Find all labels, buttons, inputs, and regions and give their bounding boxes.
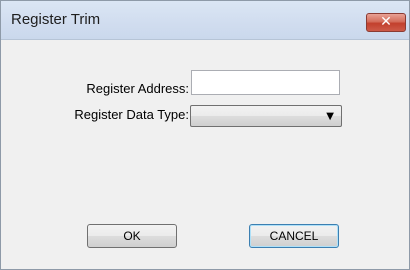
register-trim-dialog: Register Trim ✕ Register Address: Regist… bbox=[0, 0, 410, 270]
register-address-input[interactable] bbox=[191, 70, 340, 95]
chevron-down-icon: ▼ bbox=[326, 111, 334, 122]
register-data-type-label: Register Data Type: bbox=[74, 107, 189, 122]
window-title: Register Trim bbox=[11, 11, 101, 28]
close-icon: ✕ bbox=[380, 14, 392, 30]
title-bar[interactable]: Register Trim ✕ bbox=[1, 1, 409, 40]
dialog-body: Register Address: Register Data Type: ▼ … bbox=[1, 40, 409, 269]
cancel-button[interactable]: CANCEL bbox=[249, 224, 339, 248]
register-address-label: Register Address: bbox=[86, 81, 189, 96]
close-button[interactable]: ✕ bbox=[366, 13, 406, 32]
register-data-type-select[interactable]: ▼ bbox=[190, 105, 342, 127]
ok-button[interactable]: OK bbox=[87, 224, 177, 248]
